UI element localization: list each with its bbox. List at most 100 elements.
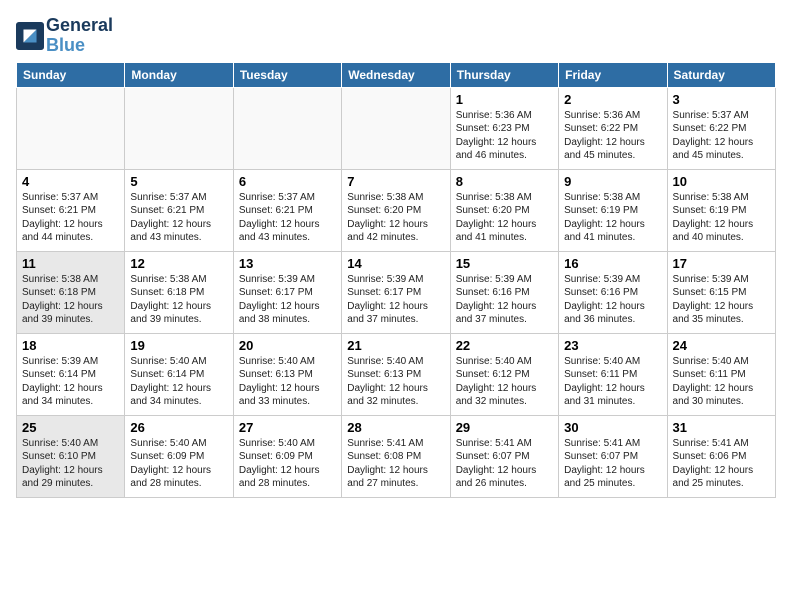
calendar-cell: 31 Sunrise: 5:41 AM Sunset: 6:06 PM Dayli…	[667, 415, 775, 497]
calendar-cell: 26 Sunrise: 5:40 AM Sunset: 6:09 PM Dayli…	[125, 415, 233, 497]
cell-info: Sunrise: 5:37 AM Sunset: 6:21 PM Dayligh…	[239, 191, 336, 245]
day-header-monday: Monday	[125, 62, 233, 87]
date-number: 2	[564, 92, 661, 107]
cell-info: Sunrise: 5:40 AM Sunset: 6:10 PM Dayligh…	[22, 437, 119, 491]
date-number: 12	[130, 256, 227, 271]
page-header: General Blue	[16, 16, 776, 56]
logo-icon	[16, 22, 44, 50]
calendar-cell: 2 Sunrise: 5:36 AM Sunset: 6:22 PM Daylig…	[559, 87, 667, 169]
date-number: 21	[347, 338, 444, 353]
calendar-cell: 30Sunrise: 5:41 AM Sunset: 6:07 PM Dayli…	[559, 415, 667, 497]
cell-info: Sunrise: 5:41 AM Sunset: 6:07 PM Dayligh…	[456, 437, 553, 491]
date-number: 5	[130, 174, 227, 189]
calendar-cell	[233, 87, 341, 169]
date-number: 11	[22, 256, 119, 271]
cell-info: Sunrise: 5:36 AM Sunset: 6:22 PM Dayligh…	[564, 109, 661, 163]
day-header-sunday: Sunday	[17, 62, 125, 87]
day-header-wednesday: Wednesday	[342, 62, 450, 87]
date-number: 17	[673, 256, 770, 271]
calendar-cell: 19 Sunrise: 5:40 AM Sunset: 6:14 PM Dayli…	[125, 333, 233, 415]
day-header-friday: Friday	[559, 62, 667, 87]
day-header-thursday: Thursday	[450, 62, 558, 87]
date-number: 16	[564, 256, 661, 271]
calendar-cell: 10 Sunrise: 5:38 AM Sunset: 6:19 PM Dayli…	[667, 169, 775, 251]
cell-info: Sunrise: 5:39 AM Sunset: 6:16 PM Dayligh…	[564, 273, 661, 327]
calendar-cell: 28 Sunrise: 5:41 AM Sunset: 6:08 PM Dayli…	[342, 415, 450, 497]
date-number: 22	[456, 338, 553, 353]
calendar-cell: 16 Sunrise: 5:39 AM Sunset: 6:16 PM Dayli…	[559, 251, 667, 333]
date-number: 13	[239, 256, 336, 271]
date-number: 18	[22, 338, 119, 353]
calendar-table: SundayMondayTuesdayWednesdayThursdayFrid…	[16, 62, 776, 498]
date-number: 1	[456, 92, 553, 107]
date-number: 7	[347, 174, 444, 189]
cell-info: Sunrise: 5:40 AM Sunset: 6:09 PM Dayligh…	[130, 437, 227, 491]
cell-info: Sunrise: 5:38 AM Sunset: 6:19 PM Dayligh…	[564, 191, 661, 245]
cell-info: Sunrise: 5:37 AM Sunset: 6:22 PM Dayligh…	[673, 109, 770, 163]
cell-info: Sunrise: 5:40 AM Sunset: 6:11 PM Dayligh…	[564, 355, 661, 409]
date-number: 20	[239, 338, 336, 353]
date-number: 28	[347, 420, 444, 435]
calendar-cell: 1 Sunrise: 5:36 AM Sunset: 6:23 PM Daylig…	[450, 87, 558, 169]
calendar-cell: 18 Sunrise: 5:39 AM Sunset: 6:14 PM Dayli…	[17, 333, 125, 415]
cell-info: Sunrise: 5:40 AM Sunset: 6:09 PM Dayligh…	[239, 437, 336, 491]
day-header-tuesday: Tuesday	[233, 62, 341, 87]
calendar-cell: 17 Sunrise: 5:39 AM Sunset: 6:15 PM Dayli…	[667, 251, 775, 333]
calendar-cell: 9 Sunrise: 5:38 AM Sunset: 6:19 PM Daylig…	[559, 169, 667, 251]
calendar-cell: 11 Sunrise: 5:38 AM Sunset: 6:18 PM Dayli…	[17, 251, 125, 333]
cell-info: Sunrise: 5:40 AM Sunset: 6:11 PM Dayligh…	[673, 355, 770, 409]
cell-info: Sunrise: 5:38 AM Sunset: 6:20 PM Dayligh…	[456, 191, 553, 245]
calendar-cell: 8 Sunrise: 5:38 AM Sunset: 6:20 PM Daylig…	[450, 169, 558, 251]
date-number: 8	[456, 174, 553, 189]
calendar-cell: 21 Sunrise: 5:40 AM Sunset: 6:13 PM Dayli…	[342, 333, 450, 415]
date-number: 14	[347, 256, 444, 271]
calendar-cell: 3Sunrise: 5:37 AM Sunset: 6:22 PM Daylig…	[667, 87, 775, 169]
calendar-cell: 4Sunrise: 5:37 AM Sunset: 6:21 PM Daylig…	[17, 169, 125, 251]
date-number: 6	[239, 174, 336, 189]
cell-info: Sunrise: 5:39 AM Sunset: 6:15 PM Dayligh…	[673, 273, 770, 327]
cell-info: Sunrise: 5:39 AM Sunset: 6:17 PM Dayligh…	[239, 273, 336, 327]
calendar-cell	[342, 87, 450, 169]
calendar-cell	[17, 87, 125, 169]
date-number: 15	[456, 256, 553, 271]
date-number: 29	[456, 420, 553, 435]
date-number: 23	[564, 338, 661, 353]
day-header-saturday: Saturday	[667, 62, 775, 87]
cell-info: Sunrise: 5:39 AM Sunset: 6:14 PM Dayligh…	[22, 355, 119, 409]
calendar-cell: 15 Sunrise: 5:39 AM Sunset: 6:16 PM Dayli…	[450, 251, 558, 333]
calendar-cell: 14 Sunrise: 5:39 AM Sunset: 6:17 PM Dayli…	[342, 251, 450, 333]
cell-info: Sunrise: 5:39 AM Sunset: 6:16 PM Dayligh…	[456, 273, 553, 327]
calendar-cell	[125, 87, 233, 169]
cell-info: Sunrise: 5:40 AM Sunset: 6:14 PM Dayligh…	[130, 355, 227, 409]
cell-info: Sunrise: 5:39 AM Sunset: 6:17 PM Dayligh…	[347, 273, 444, 327]
calendar-cell: 6 Sunrise: 5:37 AM Sunset: 6:21 PM Daylig…	[233, 169, 341, 251]
calendar-cell: 7Sunrise: 5:38 AM Sunset: 6:20 PM Daylig…	[342, 169, 450, 251]
calendar-cell: 29 Sunrise: 5:41 AM Sunset: 6:07 PM Dayli…	[450, 415, 558, 497]
date-number: 31	[673, 420, 770, 435]
date-number: 10	[673, 174, 770, 189]
calendar-cell: 5Sunrise: 5:37 AM Sunset: 6:21 PM Daylig…	[125, 169, 233, 251]
calendar-cell: 12 Sunrise: 5:38 AM Sunset: 6:18 PM Dayli…	[125, 251, 233, 333]
cell-info: Sunrise: 5:38 AM Sunset: 6:18 PM Dayligh…	[130, 273, 227, 327]
date-number: 9	[564, 174, 661, 189]
logo-text: General Blue	[46, 16, 113, 56]
cell-info: Sunrise: 5:40 AM Sunset: 6:13 PM Dayligh…	[347, 355, 444, 409]
cell-info: Sunrise: 5:36 AM Sunset: 6:23 PM Dayligh…	[456, 109, 553, 163]
calendar-cell: 23 Sunrise: 5:40 AM Sunset: 6:11 PM Dayli…	[559, 333, 667, 415]
cell-info: Sunrise: 5:41 AM Sunset: 6:07 PM Dayligh…	[564, 437, 661, 491]
cell-info: Sunrise: 5:41 AM Sunset: 6:08 PM Dayligh…	[347, 437, 444, 491]
calendar-cell: 25Sunrise: 5:40 AM Sunset: 6:10 PM Dayli…	[17, 415, 125, 497]
date-number: 26	[130, 420, 227, 435]
calendar-cell: 24Sunrise: 5:40 AM Sunset: 6:11 PM Dayli…	[667, 333, 775, 415]
calendar-cell: 13 Sunrise: 5:39 AM Sunset: 6:17 PM Dayli…	[233, 251, 341, 333]
date-number: 27	[239, 420, 336, 435]
calendar-cell: 27 Sunrise: 5:40 AM Sunset: 6:09 PM Dayli…	[233, 415, 341, 497]
cell-info: Sunrise: 5:38 AM Sunset: 6:19 PM Dayligh…	[673, 191, 770, 245]
logo: General Blue	[16, 16, 113, 56]
date-number: 4	[22, 174, 119, 189]
cell-info: Sunrise: 5:38 AM Sunset: 6:18 PM Dayligh…	[22, 273, 119, 327]
calendar-cell: 20Sunrise: 5:40 AM Sunset: 6:13 PM Dayli…	[233, 333, 341, 415]
calendar-cell: 22Sunrise: 5:40 AM Sunset: 6:12 PM Dayli…	[450, 333, 558, 415]
date-number: 19	[130, 338, 227, 353]
cell-info: Sunrise: 5:41 AM Sunset: 6:06 PM Dayligh…	[673, 437, 770, 491]
